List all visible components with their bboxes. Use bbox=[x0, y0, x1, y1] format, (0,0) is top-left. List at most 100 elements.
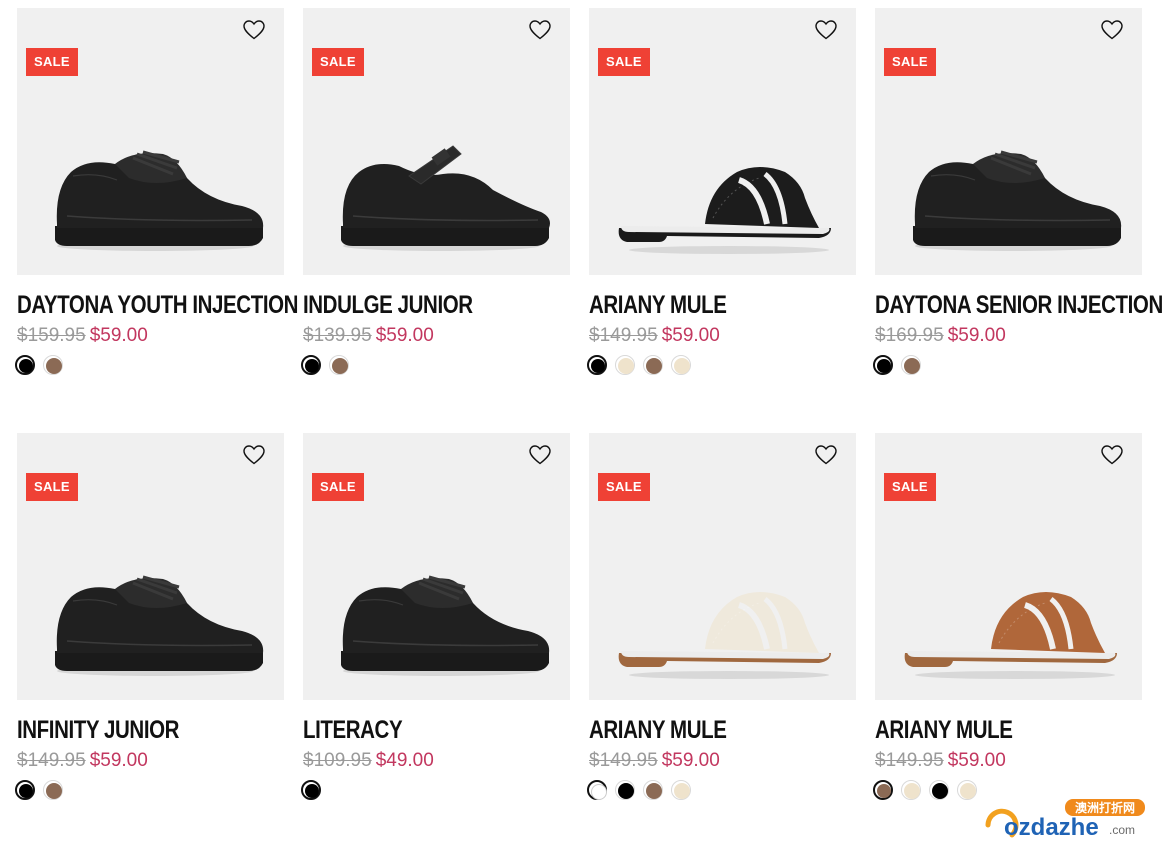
shoe-image bbox=[37, 128, 267, 258]
product-price: $109.95 $49.00 bbox=[303, 749, 434, 773]
color-swatch[interactable] bbox=[901, 780, 921, 800]
sale-price: $59.00 bbox=[947, 750, 1006, 771]
shoe-image bbox=[609, 553, 839, 683]
wishlist-heart-icon[interactable] bbox=[814, 18, 838, 42]
sale-badge: SALE bbox=[312, 473, 364, 501]
product-image[interactable]: SALE bbox=[303, 433, 570, 700]
original-price: $109.95 bbox=[303, 750, 372, 771]
original-price: $149.95 bbox=[589, 750, 658, 771]
shoe-image bbox=[895, 128, 1125, 258]
product-price: $149.95 $59.00 bbox=[589, 324, 720, 348]
color-swatch[interactable] bbox=[15, 780, 35, 800]
color-swatch-fill bbox=[618, 358, 634, 374]
product-image[interactable]: SALE bbox=[303, 8, 570, 275]
wishlist-heart-icon[interactable] bbox=[1100, 443, 1124, 467]
color-swatch[interactable] bbox=[929, 780, 949, 800]
color-swatch[interactable] bbox=[329, 355, 349, 375]
color-swatch[interactable] bbox=[43, 780, 63, 800]
product-title[interactable]: INDULGE JUNIOR bbox=[303, 290, 529, 320]
wishlist-heart-icon[interactable] bbox=[528, 443, 552, 467]
product-price: $139.95 $59.00 bbox=[303, 324, 434, 348]
color-swatch[interactable] bbox=[643, 355, 663, 375]
sale-badge: SALE bbox=[884, 473, 936, 501]
product-price: $149.95 $59.00 bbox=[589, 749, 720, 773]
product-title[interactable]: INFINITY JUNIOR bbox=[17, 715, 243, 745]
color-swatch[interactable] bbox=[587, 355, 607, 375]
color-swatch-fill bbox=[19, 784, 33, 798]
watermark-brand: ozdazhe bbox=[1004, 814, 1099, 841]
original-price: $159.95 bbox=[17, 325, 86, 346]
product-title[interactable]: ARIANY MULE bbox=[589, 290, 815, 320]
wishlist-heart-icon[interactable] bbox=[528, 18, 552, 42]
wishlist-heart-icon[interactable] bbox=[814, 443, 838, 467]
sale-price: $59.00 bbox=[947, 325, 1006, 346]
color-swatch-fill bbox=[305, 359, 319, 373]
color-swatch[interactable] bbox=[901, 355, 921, 375]
color-swatch-fill bbox=[591, 359, 605, 373]
product-image[interactable]: SALE bbox=[589, 433, 856, 700]
sale-badge: SALE bbox=[26, 473, 78, 501]
site-watermark: 澳洲打折网 ozdazhe .com bbox=[985, 798, 1145, 844]
product-image[interactable]: SALE bbox=[875, 433, 1142, 700]
shoe-image bbox=[323, 128, 553, 258]
color-swatch-fill bbox=[591, 784, 607, 800]
product-grid: SALE DAYTONA YOUTH INJECTION $159.95 $59.00… bbox=[0, 0, 1169, 854]
original-price: $139.95 bbox=[303, 325, 372, 346]
product-image[interactable]: SALE bbox=[17, 8, 284, 275]
shoe-image bbox=[323, 553, 553, 683]
color-swatch[interactable] bbox=[873, 780, 893, 800]
wishlist-heart-icon[interactable] bbox=[242, 443, 266, 467]
shoe-image bbox=[609, 128, 839, 258]
color-swatch-fill bbox=[904, 358, 920, 374]
product-title[interactable]: DAYTONA YOUTH INJECTION bbox=[17, 290, 298, 320]
sale-badge: SALE bbox=[598, 48, 650, 76]
color-swatch-fill bbox=[877, 359, 891, 373]
color-swatch-fill bbox=[332, 358, 348, 374]
shoe-image bbox=[895, 553, 1125, 683]
product-title[interactable]: ARIANY MULE bbox=[875, 715, 1101, 745]
color-swatch[interactable] bbox=[671, 355, 691, 375]
shoe-image bbox=[37, 553, 267, 683]
color-swatch[interactable] bbox=[15, 355, 35, 375]
color-swatch[interactable] bbox=[873, 355, 893, 375]
product-image[interactable]: SALE bbox=[589, 8, 856, 275]
product-title[interactable]: ARIANY MULE bbox=[589, 715, 815, 745]
wishlist-heart-icon[interactable] bbox=[242, 18, 266, 42]
sale-price: $59.00 bbox=[89, 325, 148, 346]
color-swatch[interactable] bbox=[301, 780, 321, 800]
sale-badge: SALE bbox=[884, 48, 936, 76]
color-swatch-fill bbox=[46, 783, 62, 799]
sale-price: $49.00 bbox=[375, 750, 434, 771]
product-title[interactable]: LITERACY bbox=[303, 715, 529, 745]
color-swatch-fill bbox=[305, 784, 319, 798]
original-price: $169.95 bbox=[875, 325, 944, 346]
original-price: $149.95 bbox=[875, 750, 944, 771]
color-swatch-fill bbox=[618, 783, 634, 799]
product-price: $169.95 $59.00 bbox=[875, 324, 1006, 348]
color-swatch[interactable] bbox=[615, 780, 635, 800]
product-image[interactable]: SALE bbox=[875, 8, 1142, 275]
color-swatch[interactable] bbox=[43, 355, 63, 375]
product-image[interactable]: SALE bbox=[17, 433, 284, 700]
product-title[interactable]: DAYTONA SENIOR INJECTION bbox=[875, 290, 1163, 320]
color-swatch-fill bbox=[646, 358, 662, 374]
sale-badge: SALE bbox=[312, 48, 364, 76]
color-swatch[interactable] bbox=[301, 355, 321, 375]
sale-badge: SALE bbox=[598, 473, 650, 501]
color-swatch[interactable] bbox=[615, 355, 635, 375]
color-swatch-fill bbox=[904, 783, 920, 799]
sale-badge: SALE bbox=[26, 48, 78, 76]
wishlist-heart-icon[interactable] bbox=[1100, 18, 1124, 42]
watermark-tag: 澳洲打折网 bbox=[1075, 800, 1135, 815]
color-swatch[interactable] bbox=[957, 780, 977, 800]
color-swatch-fill bbox=[960, 783, 976, 799]
original-price: $149.95 bbox=[589, 325, 658, 346]
color-swatch-fill bbox=[19, 359, 33, 373]
original-price: $149.95 bbox=[17, 750, 86, 771]
color-swatch[interactable] bbox=[671, 780, 691, 800]
color-swatch-fill bbox=[46, 358, 62, 374]
sale-price: $59.00 bbox=[661, 325, 720, 346]
color-swatch[interactable] bbox=[643, 780, 663, 800]
color-swatch[interactable] bbox=[587, 780, 607, 800]
color-swatch-fill bbox=[932, 783, 948, 799]
